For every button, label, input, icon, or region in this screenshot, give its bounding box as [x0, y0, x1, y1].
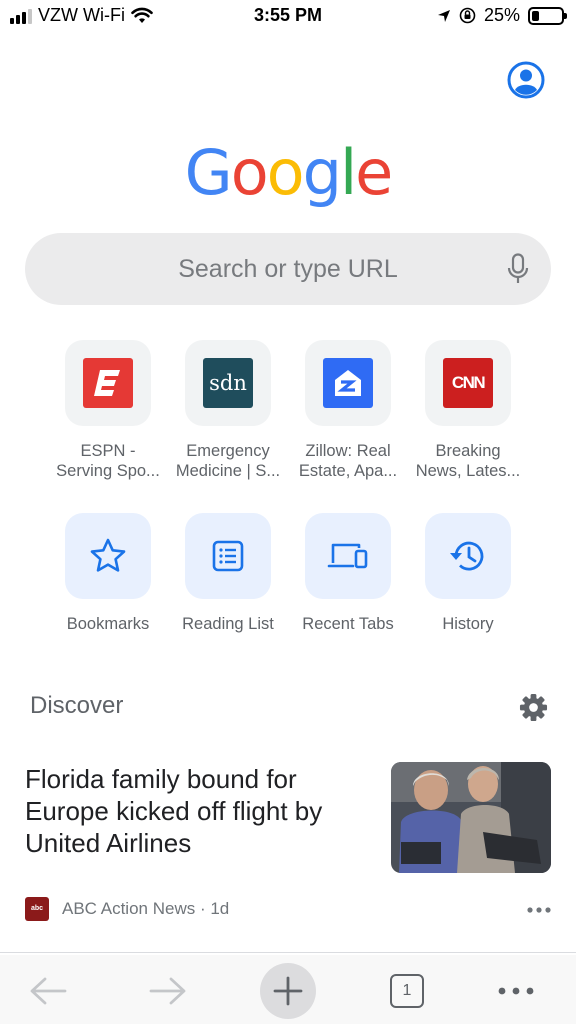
- shortcut-label: ESPN - Serving Spo...: [56, 442, 160, 480]
- tab-count: 1: [390, 974, 424, 1008]
- back-button[interactable]: [20, 963, 76, 1019]
- action-tile: [305, 513, 391, 599]
- devices-icon: [327, 543, 368, 569]
- back-arrow-icon: [30, 977, 67, 1005]
- action-tile: [185, 513, 271, 599]
- action-label: Bookmarks: [66, 615, 150, 633]
- microphone-icon[interactable]: [507, 253, 529, 285]
- orientation-lock-icon: [459, 7, 476, 24]
- tab-switcher-button[interactable]: 1: [379, 963, 435, 1019]
- cell-signal-icon: [10, 8, 32, 24]
- search-box[interactable]: Search or type URL: [25, 233, 551, 305]
- article-headline[interactable]: Florida family bound for Europe kicked o…: [25, 763, 365, 859]
- zillow-icon: [323, 358, 373, 408]
- divider: [0, 952, 576, 953]
- logo-letter: e: [355, 136, 393, 209]
- search-placeholder: Search or type URL: [178, 255, 398, 283]
- shortcut-tile: [305, 340, 391, 426]
- star-icon: [90, 538, 126, 572]
- bookmarks-button[interactable]: Bookmarks: [48, 513, 168, 634]
- article-source: ABC Action News · 1d: [62, 899, 230, 918]
- logo-letter: G: [184, 136, 233, 209]
- cnn-icon: CNN: [443, 358, 493, 408]
- more-options-icon: [498, 987, 534, 995]
- action-label: History: [442, 615, 494, 633]
- discover-heading: Discover: [30, 692, 124, 719]
- history-icon: [450, 541, 484, 571]
- carrier-label: VZW Wi-Fi: [38, 5, 125, 25]
- shortcut-zillow[interactable]: Zillow: Real Estate, Apa...: [288, 340, 408, 481]
- action-tile: [65, 513, 151, 599]
- menu-button[interactable]: [488, 963, 544, 1019]
- status-left: VZW Wi-Fi: [10, 5, 153, 26]
- sdn-icon: sdn: [203, 358, 253, 408]
- battery-level: [532, 10, 539, 21]
- action-label: Reading List: [182, 615, 274, 633]
- reading-list-icon: [212, 540, 244, 572]
- status-right: 25%: [437, 5, 567, 26]
- action-label: Recent Tabs: [302, 615, 394, 633]
- shortcut-label: Zillow: Real Estate, Apa...: [298, 442, 398, 480]
- shortcut-tile: sdn: [185, 340, 271, 426]
- bottom-toolbar: 1: [0, 955, 576, 1024]
- more-options-icon[interactable]: [527, 907, 551, 913]
- shortcut-espn[interactable]: ESPN - Serving Spo...: [48, 340, 168, 481]
- gear-icon[interactable]: [519, 693, 548, 722]
- forward-arrow-icon: [149, 977, 186, 1005]
- history-button[interactable]: History: [408, 513, 528, 634]
- shortcut-tile: CNN: [425, 340, 511, 426]
- forward-button[interactable]: [140, 963, 196, 1019]
- battery-percent: 25%: [483, 5, 520, 25]
- source-logo: abc: [25, 897, 49, 921]
- espn-icon: [83, 358, 133, 408]
- logo-letter: l: [339, 136, 357, 209]
- new-tab-button[interactable]: [260, 963, 316, 1019]
- shortcut-tile: [65, 340, 151, 426]
- reading-list-button[interactable]: Reading List: [168, 513, 288, 634]
- shortcut-emergency-medicine[interactable]: sdn Emergency Medicine | S...: [168, 340, 288, 481]
- logo-letter: g: [302, 136, 342, 209]
- article-thumbnail[interactable]: [391, 762, 551, 873]
- logo-letter: o: [230, 136, 269, 209]
- shortcut-label: Breaking News, Lates...: [415, 442, 521, 480]
- google-logo: Google: [0, 136, 576, 209]
- account-avatar-icon[interactable]: [507, 61, 545, 99]
- wifi-icon: [131, 7, 153, 23]
- logo-letter: o: [266, 136, 305, 209]
- action-tile: [425, 513, 511, 599]
- location-arrow-icon: [437, 9, 450, 22]
- recent-tabs-button[interactable]: Recent Tabs: [288, 513, 408, 634]
- plus-icon: [273, 976, 303, 1006]
- shortcut-label: Emergency Medicine | S...: [175, 442, 281, 480]
- status-bar: VZW Wi-Fi 3:55 PM 25%: [0, 0, 576, 34]
- battery-icon: [528, 6, 567, 25]
- shortcut-cnn[interactable]: CNN Breaking News, Lates...: [408, 340, 528, 481]
